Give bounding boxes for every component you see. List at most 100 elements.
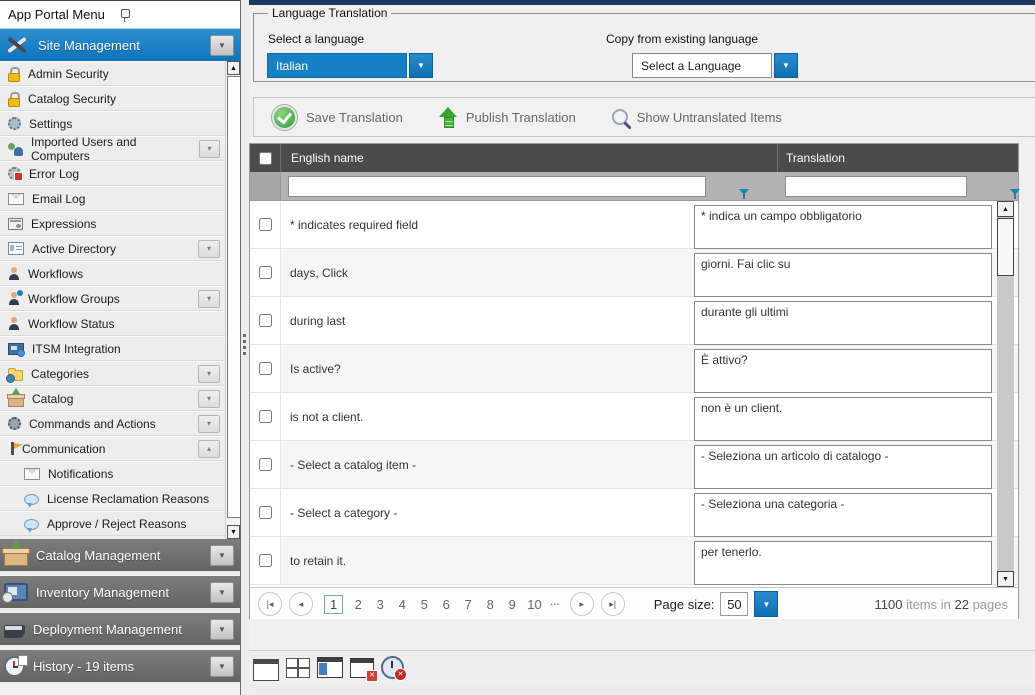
translation-textarea[interactable]: - Seleziona una categoria - [694,493,992,537]
pin-icon[interactable] [120,8,232,22]
chevron-down-icon[interactable]: ▼ [210,545,234,566]
sidebar-section-history[interactable]: History - 19 items ▼ [0,650,240,684]
row-checkbox[interactable] [259,218,272,231]
column-header-translation[interactable]: Translation [778,144,1018,172]
sidebar-item-admin-security[interactable]: Admin Security [0,61,225,86]
translation-textarea[interactable]: non è un client. [694,397,992,441]
chevron-down-icon[interactable]: ▼ [210,582,234,603]
chevron-down-icon[interactable]: ▼ [409,53,433,78]
filter-funnel-icon[interactable] [739,189,750,200]
row-checkbox[interactable] [259,506,272,519]
sidebar-section-site-management[interactable]: Site Management ▼ [0,29,240,61]
page-button[interactable]: 8 [483,597,497,612]
page-button[interactable]: 7 [461,597,475,612]
chevron-down-icon[interactable]: ▼ [774,53,798,78]
scroll-down-icon[interactable]: ▼ [997,571,1014,587]
translation-textarea[interactable]: * indica un campo obbligatorio [694,205,992,249]
sidebar-item-communication[interactable]: Communication ▴ [0,436,225,461]
sidebar-item-workflow-status[interactable]: Workflow Status [0,311,225,336]
page-ellipsis[interactable]: ... [550,594,560,608]
last-page-button[interactable]: ▸| [601,592,625,616]
scrollbar-thumb[interactable] [997,218,1014,276]
previous-page-button[interactable]: ◂ [289,592,313,616]
english-name-cell: during last [290,297,345,344]
next-page-button[interactable]: ▸ [570,592,594,616]
sidebar-item-error-log[interactable]: Error Log [0,161,225,186]
copy-language-select[interactable]: Select a Language ▼ [632,53,798,78]
grid-scrollbar[interactable]: ▲ ▼ [997,201,1014,587]
split-window-icon[interactable] [317,657,343,678]
page-size-value[interactable]: 50 [720,592,748,616]
row-checkbox[interactable] [259,458,272,471]
page-button-current[interactable]: 1 [324,595,343,614]
sidebar-section-inventory-management[interactable]: Inventory Management ▼ [0,576,240,610]
chevron-down-icon[interactable]: ▾ [198,240,220,258]
first-page-button[interactable]: |◂ [258,592,282,616]
show-untranslated-items-button[interactable]: Show Untranslated Items [612,109,782,125]
row-checkbox[interactable] [259,362,272,375]
english-filter-input[interactable] [288,176,706,197]
page-button[interactable]: 4 [395,597,409,612]
select-all-checkbox[interactable] [259,152,272,165]
chevron-down-icon[interactable]: ▾ [198,290,220,308]
close-window-icon[interactable] [350,658,374,678]
sidebar-item-email-log[interactable]: Email Log [0,186,225,211]
row-checkbox[interactable] [259,554,272,567]
translation-textarea[interactable]: durante gli ultimi [694,301,992,345]
translation-filter-input[interactable] [785,176,967,197]
scroll-up-icon[interactable]: ▲ [997,201,1014,217]
row-checkbox[interactable] [259,266,272,279]
copy-language-select-value[interactable]: Select a Language [632,53,772,78]
language-select[interactable]: Italian ▼ [267,53,433,78]
page-button[interactable]: 6 [439,597,453,612]
sidebar-item-itsm-integration[interactable]: ITSM Integration [0,336,225,361]
column-header-english-name[interactable]: English name [281,144,778,172]
sidebar-item-catalog[interactable]: Catalog ▾ [0,386,225,411]
sidebar-section-catalog-management[interactable]: Catalog Management ▼ [0,539,240,573]
chevron-down-icon[interactable]: ▼ [754,591,778,617]
translation-textarea[interactable]: per tenerlo. [694,541,992,585]
chevron-down-icon[interactable]: ▾ [198,415,220,433]
chevron-down-icon[interactable]: ▼ [210,619,234,640]
translation-textarea[interactable]: - Seleziona un articolo di catalogo - [694,445,992,489]
scroll-up-icon[interactable]: ▲ [227,61,240,75]
delete-history-icon[interactable] [381,656,404,679]
scrollbar-thumb[interactable] [227,76,241,518]
save-translation-button[interactable]: Save Translation [272,105,403,130]
sidebar-item-categories[interactable]: Categories ▾ [0,361,225,386]
chevron-down-icon[interactable]: ▾ [198,365,220,383]
translation-textarea[interactable]: È attivo? [694,349,992,393]
chevron-down-icon[interactable]: ▼ [210,35,234,56]
cascade-windows-icon[interactable] [253,659,279,681]
chevron-down-icon[interactable]: ▼ [210,656,234,677]
sidebar-section-deployment-management[interactable]: Deployment Management ▼ [0,613,240,647]
row-checkbox[interactable] [259,314,272,327]
tile-windows-icon[interactable] [286,658,310,678]
chevron-down-icon[interactable]: ▾ [198,390,220,408]
chevron-down-icon[interactable]: ▾ [199,140,220,158]
page-button[interactable]: 10 [527,597,541,612]
filter-funnel-icon[interactable] [1010,189,1021,200]
sidebar-item-active-directory[interactable]: Active Directory ▾ [0,236,225,261]
sidebar-scrollbar[interactable]: ▲ ▼ [225,61,241,539]
sidebar-item-commands-and-actions[interactable]: Commands and Actions ▾ [0,411,225,436]
scroll-down-icon[interactable]: ▼ [227,525,240,539]
publish-translation-button[interactable]: Publish Translation [439,107,576,127]
sidebar-item-imported-users-and-computers[interactable]: Imported Users and Computers ▾ [0,136,225,161]
sidebar-item-workflow-groups[interactable]: Workflow Groups ▾ [0,286,225,311]
sidebar-item-catalog-security[interactable]: Catalog Security [0,86,225,111]
chevron-up-icon[interactable]: ▴ [198,440,220,458]
page-button[interactable]: 2 [351,597,365,612]
translation-textarea[interactable]: giorni. Fai clic su [694,253,992,297]
sidebar-item-license-reclamation-reasons[interactable]: License Reclamation Reasons [0,486,225,511]
page-button[interactable]: 9 [505,597,519,612]
language-select-value[interactable]: Italian [267,53,407,78]
sidebar-item-notifications[interactable]: Notifications [0,461,225,486]
sidebar-item-settings[interactable]: Settings [0,111,225,136]
sidebar-item-expressions[interactable]: Expressions [0,211,225,236]
sidebar-item-approve-reject-reasons[interactable]: Approve / Reject Reasons [0,511,225,536]
page-button[interactable]: 5 [417,597,431,612]
row-checkbox[interactable] [259,410,272,423]
sidebar-item-workflows[interactable]: Workflows [0,261,225,286]
page-button[interactable]: 3 [373,597,387,612]
